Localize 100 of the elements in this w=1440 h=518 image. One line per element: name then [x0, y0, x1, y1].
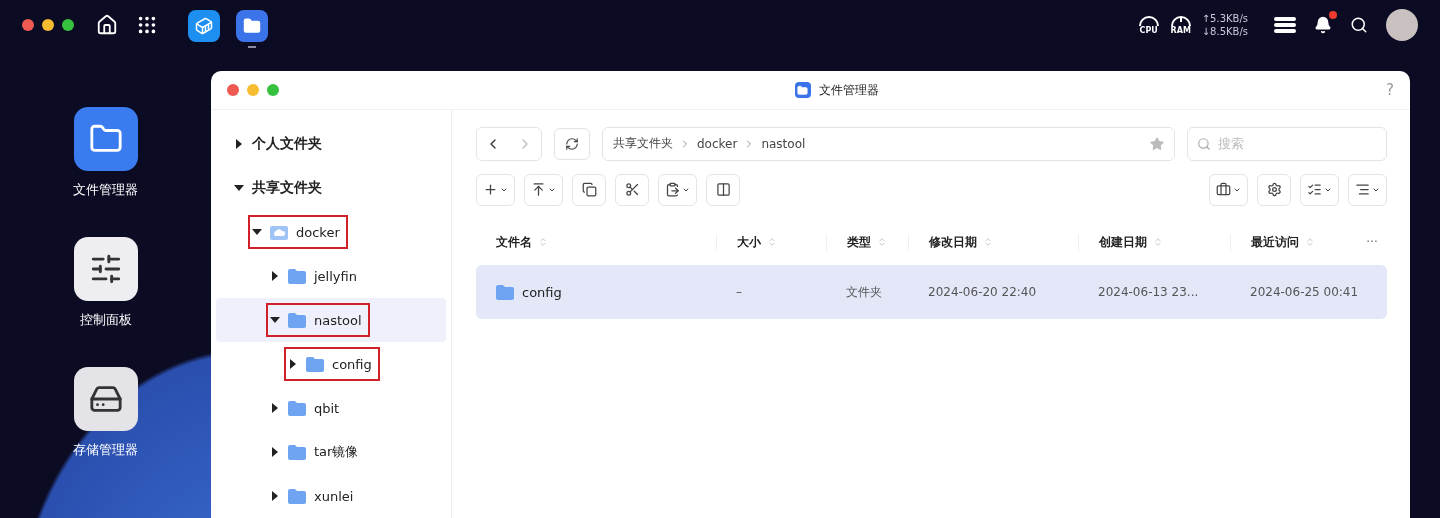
desktop-icon-label: 控制面板: [79, 311, 132, 329]
toolbar-button[interactable]: [1257, 173, 1291, 206]
sort-icon: [538, 237, 548, 247]
folder-icon: [288, 312, 306, 328]
ram-label: RAM: [1170, 26, 1191, 35]
toolbar-button[interactable]: [1209, 173, 1248, 206]
toolbar-button[interactable]: [524, 173, 563, 206]
column-header[interactable]: 修改日期: [908, 233, 1078, 251]
refresh-icon: [565, 136, 579, 151]
tree-label: config: [332, 356, 372, 372]
column-header[interactable]: 最近访问: [1230, 233, 1357, 251]
collapsed-triangle-icon[interactable]: [272, 271, 278, 281]
folder-icon: [288, 488, 306, 504]
expanded-triangle-icon[interactable]: [252, 229, 262, 235]
bell-icon[interactable]: [1314, 15, 1332, 34]
search-field[interactable]: 搜索: [1187, 126, 1387, 161]
folder-icon: [496, 284, 514, 300]
tree-item[interactable]: config: [216, 342, 446, 386]
column-header[interactable]: 类型: [826, 233, 908, 251]
tree-item[interactable]: qbit: [216, 386, 446, 430]
collapsed-triangle-icon[interactable]: [272, 447, 278, 457]
toolbar-button[interactable]: [658, 173, 697, 206]
toolbar-button[interactable]: [615, 173, 649, 206]
close-dot[interactable]: [227, 84, 239, 96]
expanded-triangle-icon[interactable]: [270, 317, 280, 323]
sort-icon: [983, 237, 993, 247]
table-cell-text: 文件夹: [845, 283, 883, 301]
scissors-icon: [624, 182, 640, 197]
columns-icon: [715, 182, 731, 197]
cpu-label: CPU: [1139, 26, 1158, 35]
column-header[interactable]: 文件名: [476, 233, 716, 251]
tree-label: 个人文件夹: [252, 135, 322, 153]
avatar[interactable]: [1386, 8, 1418, 41]
desktop-app-icon[interactable]: [73, 237, 138, 301]
tree-label: nastool: [314, 312, 362, 328]
tree-item[interactable]: 共享文件夹: [216, 166, 446, 210]
tree-label: tar镜像: [314, 443, 359, 461]
desktop-app-icon[interactable]: [73, 367, 138, 431]
folder-app-icon: [794, 82, 811, 98]
collapsed-triangle-icon[interactable]: [290, 359, 296, 369]
gauge-icon: [1137, 14, 1160, 26]
tree-label: 共享文件夹: [252, 179, 322, 197]
tree-item[interactable]: 个人文件夹: [216, 122, 446, 166]
upload-speed: ↑5.3KB/s: [1201, 11, 1248, 25]
table-row[interactable]: config – 文件夹 2024-06-20 22:40 2024-06-13 23... 2024-06-25 00:41: [476, 265, 1387, 319]
toolbar-button[interactable]: [706, 173, 740, 206]
download-speed: ↓8.5KB/s: [1201, 24, 1248, 38]
sort-icon: [877, 237, 887, 247]
desktop-icon-label: 存储管理器: [73, 441, 138, 459]
table-cell-text: 2024-06-25 00:41: [1249, 285, 1357, 299]
tree-label: jellyfin: [314, 268, 357, 284]
collapsed-triangle-icon[interactable]: [272, 491, 278, 501]
toolbar-button[interactable]: [1348, 173, 1387, 206]
server-stack-icon[interactable]: [1274, 15, 1296, 34]
copy-icon: [581, 182, 597, 197]
sort-icon: [1153, 237, 1163, 247]
tree-label: qbit: [314, 400, 340, 416]
desktop-app-icon[interactable]: [73, 107, 138, 171]
tree-item[interactable]: nastool: [216, 298, 446, 342]
maximize-dot[interactable]: [267, 84, 279, 96]
table-cell-text: 2024-06-20 22:40: [927, 285, 1038, 299]
tree-label: xunlei: [314, 488, 354, 504]
minimize-dot: [42, 18, 54, 31]
breadcrumb-item[interactable]: nastool: [761, 136, 806, 151]
upload-icon: [531, 182, 546, 197]
close-dot: [22, 18, 34, 31]
collapsed-triangle-icon[interactable]: [272, 403, 278, 413]
list-icon: [1307, 182, 1322, 197]
tree-item[interactable]: jellyfin: [216, 254, 446, 298]
search-icon[interactable]: [1350, 15, 1368, 34]
plus-icon: [483, 182, 498, 197]
shared-folder-icon: [270, 224, 288, 240]
tree-label: docker: [296, 224, 340, 240]
breadcrumb-item[interactable]: 共享文件夹: [613, 135, 673, 152]
column-header[interactable]: 创建日期: [1078, 233, 1230, 251]
home-icon[interactable]: [96, 13, 118, 36]
desktop-icon-label: 文件管理器: [73, 181, 138, 199]
more-button[interactable]: ···: [1357, 235, 1387, 249]
sort-icon: [1355, 182, 1370, 197]
window-title: 文件管理器: [818, 81, 879, 99]
refresh-button[interactable]: [554, 127, 590, 160]
expanded-triangle-icon[interactable]: [234, 185, 244, 191]
sort-icon: [767, 237, 777, 247]
tree-item[interactable]: xunlei: [216, 474, 446, 518]
gauge-icon: [1169, 14, 1192, 26]
star-icon[interactable]: [1150, 136, 1164, 151]
table-cell: config: [476, 284, 716, 300]
minimize-dot[interactable]: [247, 84, 259, 96]
toolbar-button[interactable]: [572, 173, 606, 206]
folder-app-icon[interactable]: [236, 9, 268, 42]
tree-item[interactable]: docker: [216, 210, 446, 254]
breadcrumb-item[interactable]: docker: [697, 136, 738, 151]
path-bar[interactable]: 共享文件夹 docker nastool: [602, 126, 1175, 161]
table-cell-text: –: [735, 285, 743, 299]
tree-item[interactable]: tar镜像: [216, 430, 446, 474]
toolbar-button[interactable]: [1300, 173, 1339, 206]
folder-icon: [288, 268, 306, 284]
briefcase-icon: [1216, 182, 1231, 197]
collapsed-triangle-icon[interactable]: [236, 139, 242, 149]
column-header[interactable]: 大小: [716, 233, 826, 251]
